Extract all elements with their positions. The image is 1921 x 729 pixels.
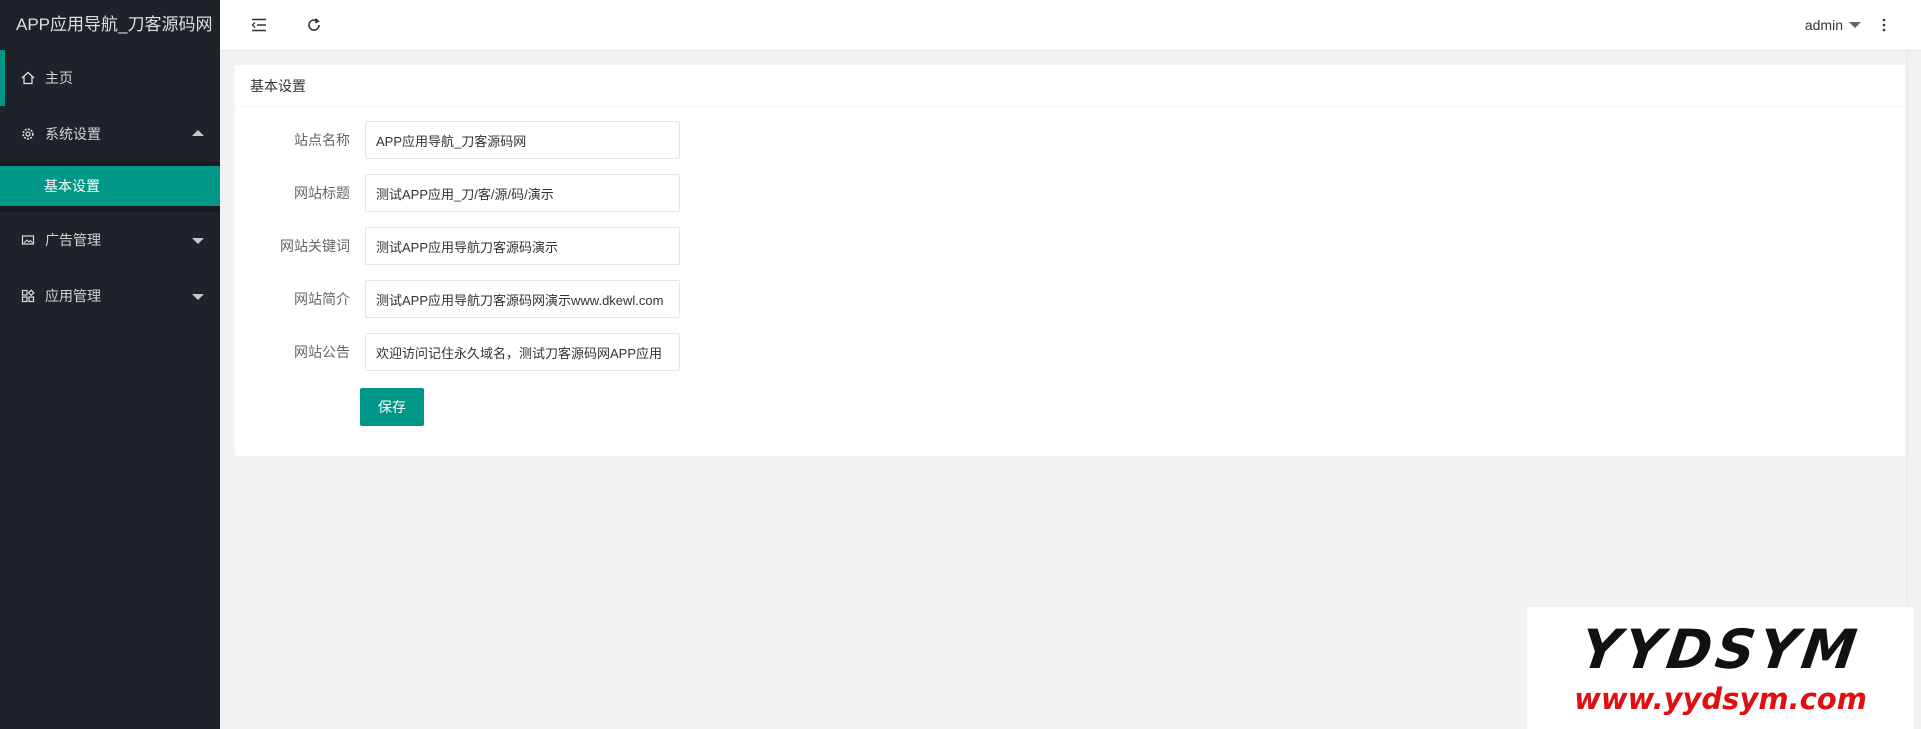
site-title-input[interactable]	[365, 174, 680, 212]
user-menu[interactable]: admin	[1805, 0, 1861, 50]
caret-down-icon	[1849, 22, 1861, 28]
form-row-site-description: 网站简介	[235, 280, 680, 318]
chevron-down-icon	[192, 238, 204, 244]
watermark-logo: YYDSYM www.yydsym.com	[1527, 607, 1914, 729]
site-description-label: 网站简介	[294, 291, 350, 307]
form-row-site-title: 网站标题	[235, 174, 680, 212]
form-row-site-name: 站点名称	[235, 121, 680, 159]
site-title-label: 网站标题	[294, 185, 350, 201]
site-description-input[interactable]	[365, 280, 680, 318]
chevron-up-icon	[192, 130, 204, 136]
watermark-url: www.yydsym.com	[1574, 681, 1867, 716]
site-announcement-label: 网站公告	[294, 344, 350, 360]
gear-icon	[20, 126, 36, 142]
apps-icon	[20, 288, 36, 304]
username-label: admin	[1804, 17, 1843, 33]
home-icon	[20, 70, 36, 86]
chevron-down-icon	[192, 294, 204, 300]
form-row-site-keywords: 网站关键词	[235, 227, 680, 265]
sidebar-item-label: 主页	[45, 70, 73, 86]
sidebar-item-label: 应用管理	[45, 288, 101, 304]
sidebar-item-app-management[interactable]: 应用管理	[0, 268, 220, 324]
save-button[interactable]: 保存	[360, 388, 424, 426]
app-logo-title[interactable]: APP应用导航_刀客源码网	[0, 0, 220, 50]
top-header: admin	[220, 0, 1921, 51]
menu-shrink-icon[interactable]	[248, 14, 270, 36]
sidebar-item-system-settings[interactable]: 系统设置	[0, 106, 220, 162]
sidebar-subitem-basic-settings[interactable]: 基本设置	[0, 166, 220, 206]
card-title: 基本设置	[235, 65, 1905, 107]
site-name-label: 站点名称	[294, 132, 350, 148]
more-vertical-icon[interactable]	[1873, 14, 1895, 36]
sidebar-item-ad-management[interactable]: 广告管理	[0, 212, 220, 268]
watermark-brand: YYDSYM	[1576, 617, 1865, 681]
sidebar-subnav-system-settings: 基本设置	[0, 162, 220, 212]
sidebar-item-label: 广告管理	[45, 232, 101, 248]
sidebar: APP应用导航_刀客源码网 主页 系统设置 基本设置 广告管理 应用管理	[0, 0, 220, 729]
basic-settings-card: 基本设置 站点名称 网站标题 网站关键词 网站简介 网站公告 保存	[235, 65, 1905, 456]
refresh-icon[interactable]	[303, 14, 325, 36]
site-keywords-label: 网站关键词	[280, 238, 350, 254]
sidebar-item-home[interactable]: 主页	[0, 50, 220, 106]
form-row-site-announcement: 网站公告	[235, 333, 680, 371]
site-keywords-input[interactable]	[365, 227, 680, 265]
sidebar-item-label: 系统设置	[45, 126, 101, 142]
site-name-input[interactable]	[365, 121, 680, 159]
image-icon	[20, 232, 36, 248]
site-announcement-input[interactable]	[365, 333, 680, 371]
